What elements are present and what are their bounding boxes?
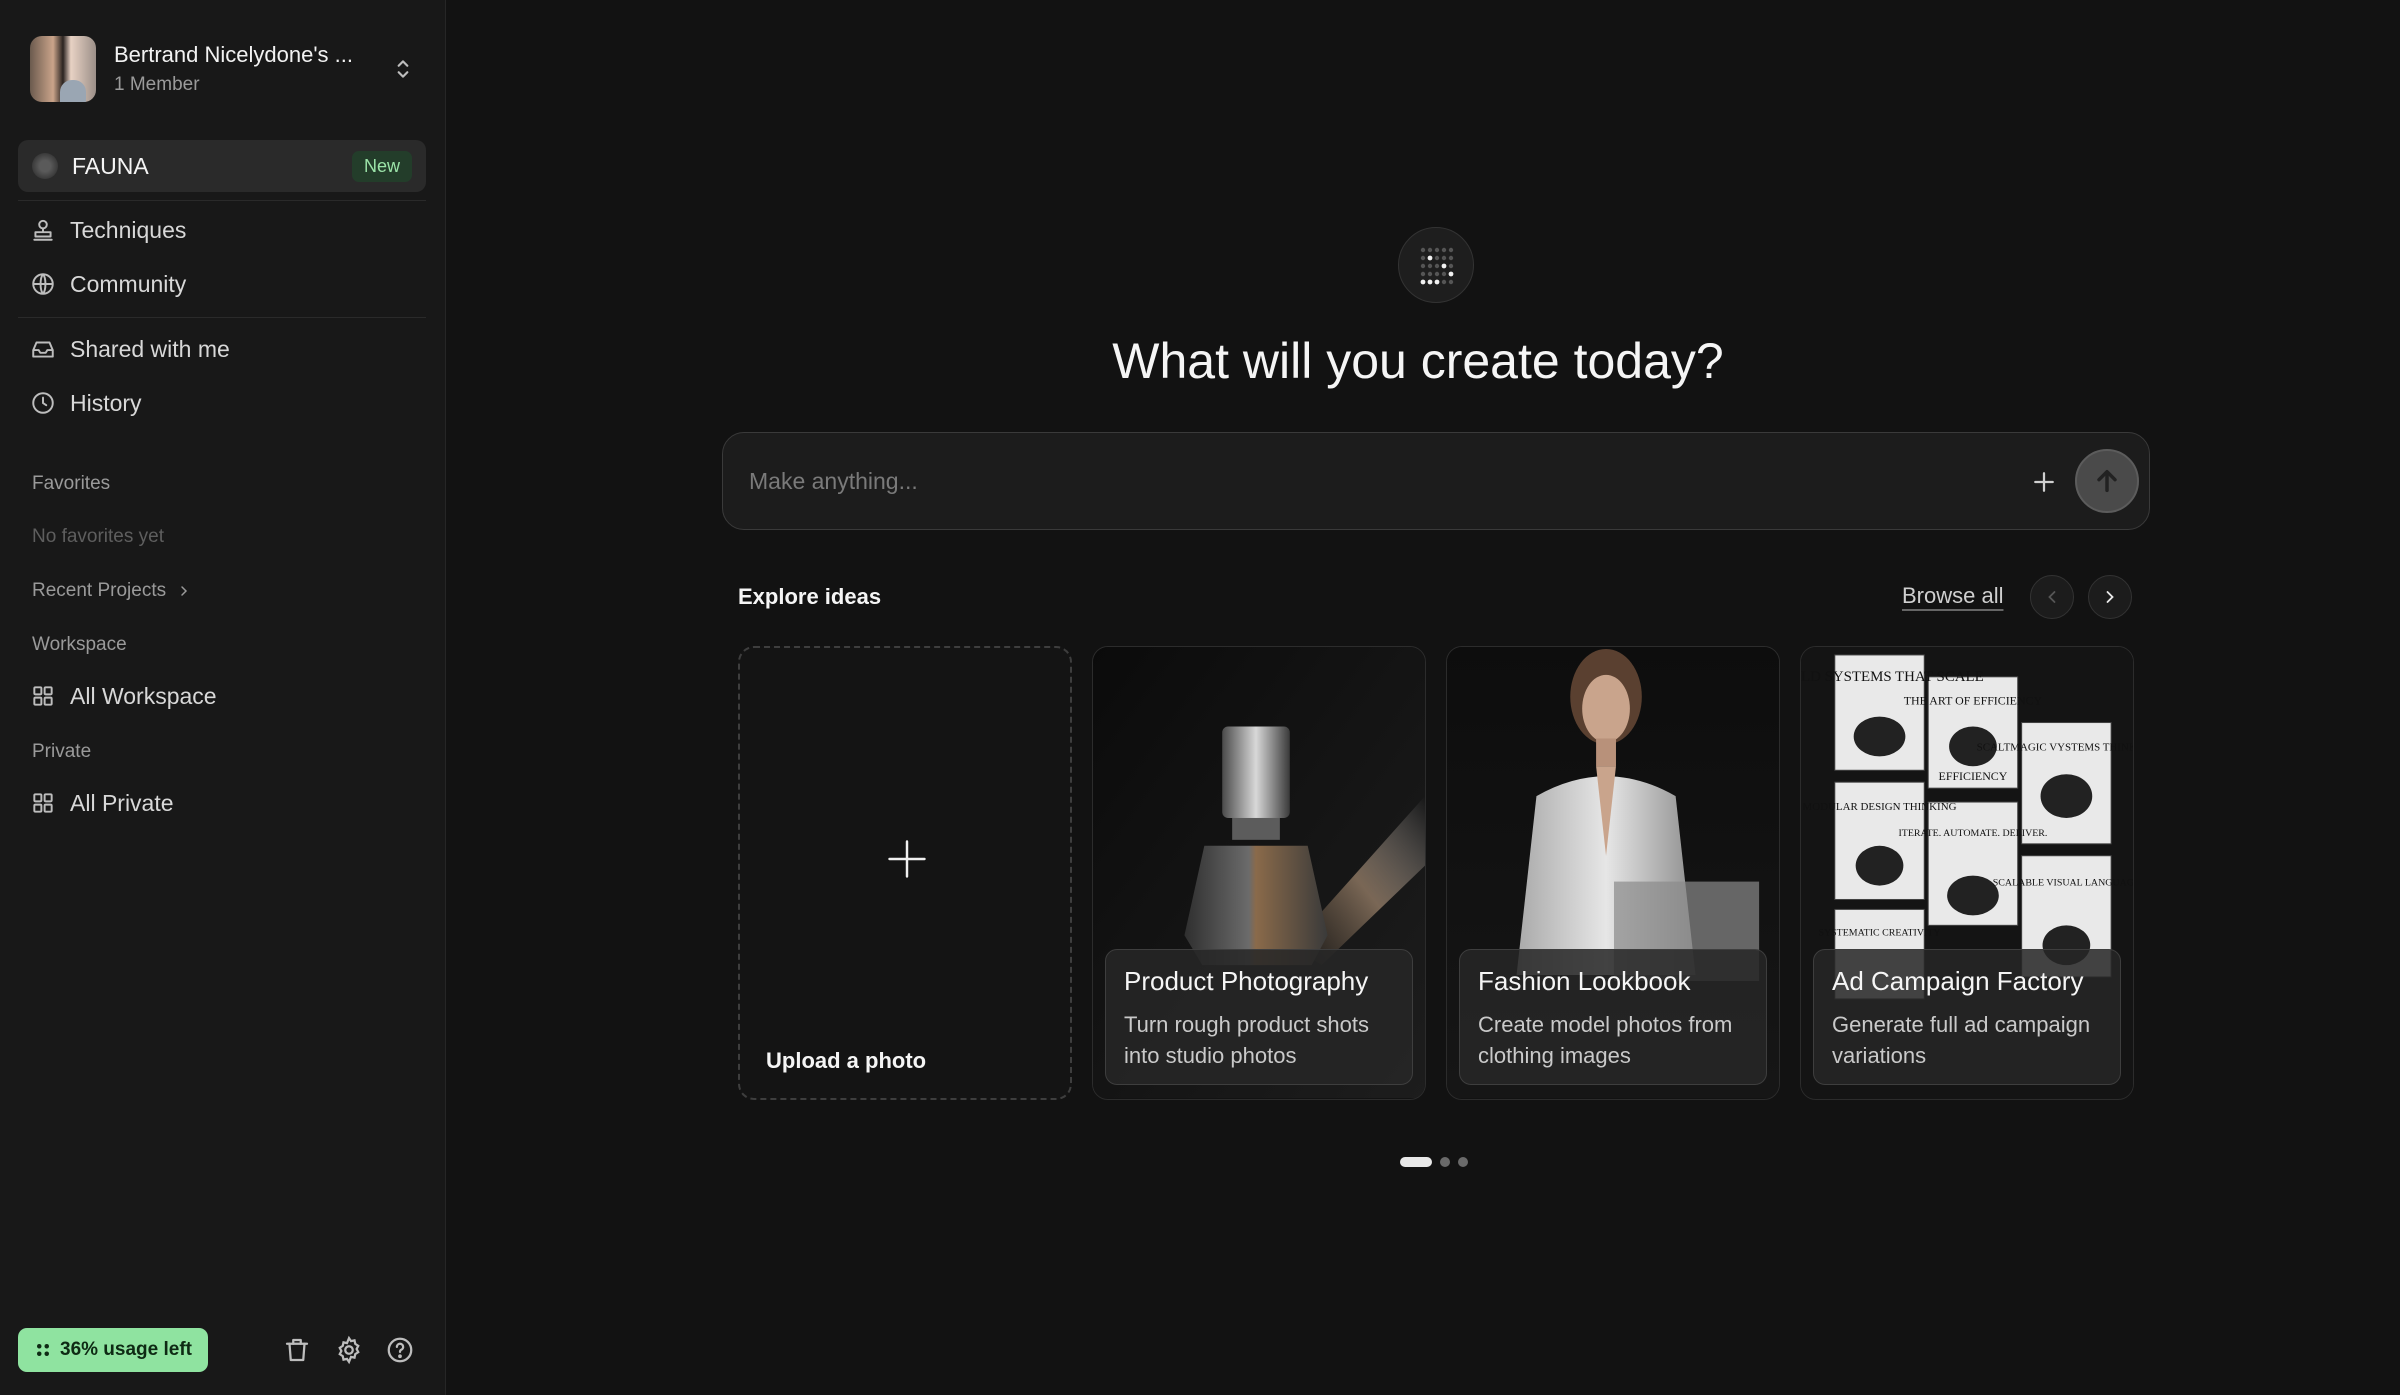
sidebar-item-label: All Private: [70, 789, 174, 816]
page-title: What will you create today?: [1112, 333, 1724, 389]
sidebar-item-all-workspace[interactable]: All Workspace: [30, 678, 217, 714]
sparkle-grid-icon: [37, 1344, 49, 1356]
usage-label: 36% usage left: [60, 1339, 192, 1360]
sidebar-item-label: All Workspace: [70, 682, 217, 709]
carousel-pagination: [1400, 1157, 1468, 1167]
poster-text: MODULAR DESIGN THINKING: [1803, 801, 1957, 813]
card-description: Generate full ad campaign variations: [1832, 1012, 2091, 1068]
idea-card-fashion-lookbook[interactable]: Fashion Lookbook Create model photos fro…: [1446, 646, 1780, 1100]
add-attachment-icon[interactable]: [2029, 467, 2059, 497]
poster-text: SCALABLE VISUAL LANGUAGE: [1993, 878, 2133, 889]
stamp-icon: [33, 219, 53, 241]
brand-logo-icon: [1398, 227, 1474, 303]
grid-icon: [33, 793, 53, 813]
card-title: Product Photography: [1124, 966, 1369, 996]
prompt-box: [722, 432, 2150, 530]
workspace-heading: Workspace: [32, 634, 127, 655]
send-button[interactable]: [2075, 449, 2139, 513]
favorites-heading: Favorites: [32, 473, 111, 494]
carousel-prev-button[interactable]: [2030, 575, 2074, 619]
gear-icon[interactable]: [334, 1335, 364, 1365]
idea-card-ad-campaign-factory[interactable]: BUILD SYSTEMS THAT SCALE THE ART OF EFFI…: [1800, 646, 2134, 1100]
sidebar-item-community[interactable]: Community: [30, 266, 186, 302]
upload-photo-card[interactable]: Upload a photo: [738, 646, 1072, 1100]
sidebar-item-label: History: [70, 389, 142, 416]
chevron-right-icon: [2106, 591, 2114, 603]
sidebar: Bertrand Nicelydone's ... 1 Member FAUNA…: [0, 0, 446, 1395]
dot-matrix-logo: [1420, 247, 1454, 285]
avatar: [30, 36, 96, 102]
help-icon[interactable]: [385, 1335, 415, 1365]
poster-text: SYSTEMATIC CREATIVITY: [1818, 927, 1940, 938]
divider: [18, 317, 426, 318]
private-heading: Private: [32, 741, 92, 762]
pagination-dot-active[interactable]: [1400, 1157, 1432, 1167]
poster-text: ITERATE. AUTOMATE. DELIVER.: [1899, 828, 2048, 839]
card-title: Fashion Lookbook: [1478, 966, 1691, 996]
sidebar-item-label: Techniques: [70, 216, 187, 243]
chevron-up-down-icon: [397, 60, 409, 78]
card-description: Turn rough product shots into studio pho…: [1124, 1012, 1369, 1068]
sidebar-item-label: Community: [70, 270, 187, 297]
fauna-label: FAUNA: [72, 152, 149, 179]
arrow-up-icon: [2097, 469, 2117, 493]
poster-text: BUILD SYSTEMS THAT SCALE: [1801, 669, 1984, 685]
clock-icon: [32, 392, 54, 414]
card-description: Create model photos from clothing images: [1478, 1012, 1733, 1068]
recent-projects-toggle[interactable]: Recent Projects: [32, 580, 192, 602]
card-info: Fashion Lookbook Create model photos fro…: [1459, 949, 1767, 1085]
favorites-empty: No favorites yet: [32, 526, 164, 547]
sidebar-item-techniques[interactable]: Techniques: [30, 212, 186, 248]
carousel-next-button[interactable]: [2088, 575, 2132, 619]
upload-photo-label: Upload a photo: [766, 1048, 927, 1073]
globe-icon: [32, 273, 54, 295]
chevron-left-icon: [2048, 591, 2056, 603]
poster-text: THE ART OF EFFICIENCY: [1904, 694, 2043, 708]
account-switcher[interactable]: Bertrand Nicelydone's ... 1 Member: [30, 36, 416, 102]
sidebar-item-history[interactable]: History: [30, 385, 142, 421]
poster-text: EFFICIENCY: [1939, 769, 2008, 783]
pagination-dot[interactable]: [1458, 1157, 1468, 1167]
explore-ideas-heading: Explore ideas: [738, 584, 882, 609]
grid-icon: [33, 686, 53, 706]
recent-projects-label: Recent Projects: [32, 580, 167, 601]
prompt-input[interactable]: [749, 461, 1899, 501]
idea-card-product-photography[interactable]: Product Photography Turn rough product s…: [1092, 646, 1426, 1100]
chevron-right-icon: [181, 586, 188, 596]
usage-badge[interactable]: 36% usage left: [18, 1328, 208, 1372]
account-name: Bertrand Nicelydone's ...: [114, 42, 353, 67]
sidebar-item-all-private[interactable]: All Private: [30, 785, 174, 821]
card-title: Ad Campaign Factory: [1832, 966, 2084, 996]
trash-icon[interactable]: [282, 1335, 312, 1365]
card-info: Product Photography Turn rough product s…: [1105, 949, 1413, 1085]
new-badge: New: [351, 150, 412, 182]
pagination-dot[interactable]: [1440, 1157, 1450, 1167]
account-members: 1 Member: [114, 74, 200, 95]
fauna-icon: [32, 153, 58, 179]
browse-all-link[interactable]: Browse all: [1902, 583, 2003, 609]
poster-text: SCALTMAGIC VYSTEMS THINKING: [1977, 741, 2133, 753]
sidebar-item-fauna[interactable]: FAUNA New: [18, 140, 426, 192]
divider: [18, 200, 426, 201]
plus-icon: [888, 840, 926, 878]
card-info: Ad Campaign Factory Generate full ad cam…: [1813, 949, 2121, 1085]
